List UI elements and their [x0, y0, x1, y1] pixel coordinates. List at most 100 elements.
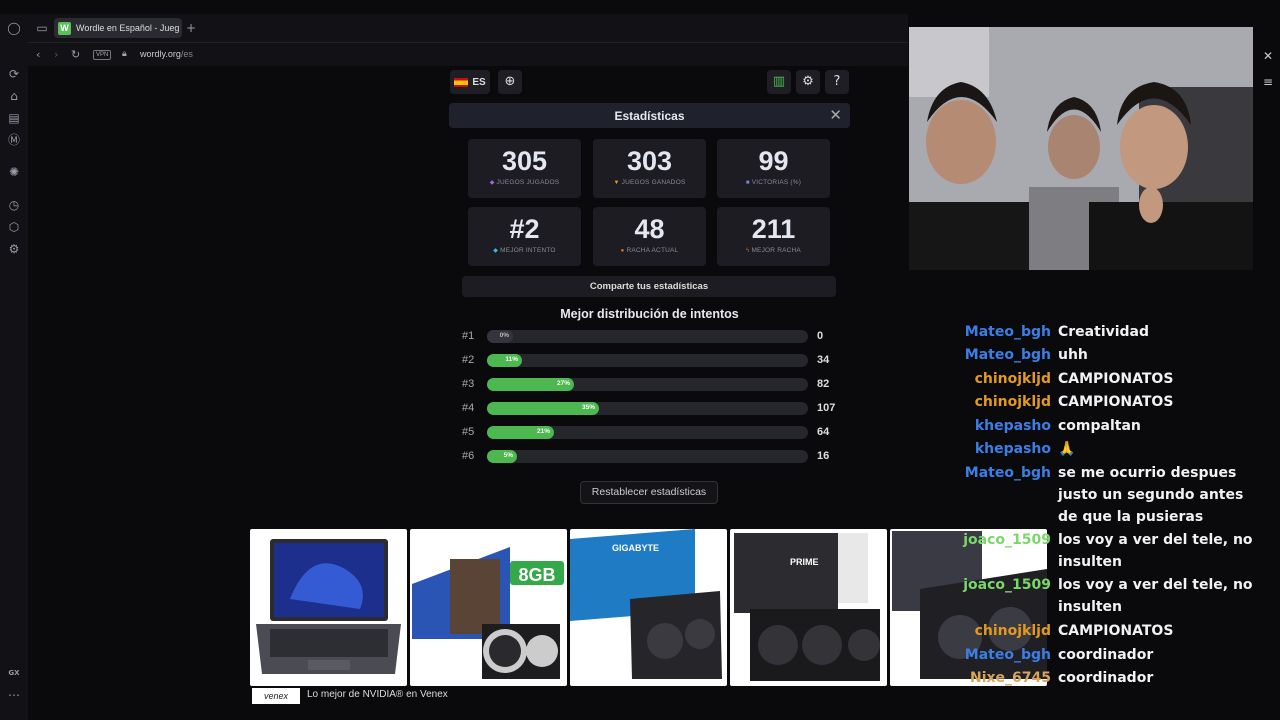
chat-text: los voy a ver del tele, no insulten — [1058, 577, 1253, 615]
chat-username[interactable]: chinojkljd — [975, 391, 1051, 413]
chat-username[interactable]: Mateo_bgh — [965, 321, 1051, 343]
ad-text: Lo mejor de NVIDIA® en Venex — [307, 689, 448, 700]
m-app-icon[interactable]: Ⓜ — [7, 133, 21, 147]
new-tab-icon[interactable]: + — [184, 21, 198, 35]
share-stats-button[interactable]: Comparte tus estadísticas — [462, 276, 836, 297]
stream-chat: Mateo_bgh Creatividad Mateo_bgh uhh chinoj… — [908, 320, 1280, 700]
ad-badge: PRIME — [790, 557, 819, 567]
chat-text: CAMPIONATOS — [1058, 394, 1174, 410]
settings-icon[interactable]: ⚙ — [796, 70, 820, 94]
ad-badge: GIGABYTE — [612, 543, 659, 553]
stat-label: ● RACHA ACTUAL — [593, 247, 706, 254]
screen: ◯ ▭ W Wordle en Español - Jueg + ⟳ ⌂ ▤ Ⓜ… — [0, 0, 1280, 720]
more-icon[interactable]: ⋯ — [7, 688, 21, 702]
reset-stats-button[interactable]: Restablecer estadísticas — [580, 481, 718, 504]
modal-header: Estadísticas ✕ — [449, 103, 850, 128]
chat-username[interactable]: Mateo_bgh — [965, 644, 1051, 666]
tab-wordle[interactable]: W Wordle en Español - Jueg — [54, 18, 182, 38]
chat-username[interactable]: chinojkljd — [975, 368, 1051, 390]
stat-value: #2 — [509, 214, 540, 244]
chat-username[interactable]: chinojkljd — [975, 620, 1051, 642]
chat-username[interactable]: joaco_1509 — [963, 574, 1051, 596]
distribution-row: #4 35% 107 — [462, 401, 852, 415]
add-icon[interactable]: ⊕ — [498, 70, 522, 94]
close-icon[interactable]: ✕ — [829, 106, 842, 124]
distribution-percent: 5% — [503, 452, 513, 459]
url-host: wordly.org — [140, 49, 181, 59]
help-icon[interactable]: ? — [825, 70, 849, 94]
lock-icon[interactable]: 🔒︎ — [122, 48, 127, 59]
distribution-percent: 21% — [536, 428, 550, 435]
chat-text: los voy a ver del tele, no insulten — [1058, 532, 1253, 570]
chat-text: Creatividad — [1058, 324, 1150, 340]
webcam-overlay — [909, 27, 1253, 270]
chat-text: coordinador — [1058, 670, 1154, 686]
distribution-count: 34 — [817, 354, 830, 366]
diamond-icon: ◆ — [493, 248, 499, 254]
distribution-percent: 11% — [505, 356, 518, 363]
language-button[interactable]: ES — [450, 70, 490, 94]
distribution-count: 0 — [817, 330, 824, 342]
stat-value: 99 — [758, 146, 789, 176]
ad-footer[interactable]: venex Lo mejor de NVIDIA® en Venex — [250, 686, 908, 706]
stat-label: ◆ JUEGOS JUGADOS — [468, 179, 581, 186]
stat-value: 305 — [501, 146, 548, 176]
ad-product-gpu-galax[interactable]: 8GB — [410, 529, 567, 686]
history-icon[interactable]: ◷ — [7, 198, 21, 212]
tab-switcher-icon[interactable]: ▭ — [35, 21, 49, 35]
stat-value: 48 — [634, 214, 665, 244]
opera-logo-icon[interactable]: ◯ — [7, 21, 21, 35]
url-field[interactable]: wordly.org/es — [140, 49, 193, 59]
distribution-percent: 27% — [556, 380, 570, 387]
distribution-label: #6 — [462, 450, 475, 462]
extensions-icon[interactable]: ⬡ — [7, 220, 21, 234]
stream-menu-icon[interactable]: ≡ — [1261, 75, 1275, 89]
gpu-galax-image: 8GB — [412, 547, 564, 679]
settings-sidebar-icon[interactable]: ⚙ — [7, 242, 21, 256]
chat-text: 🙏 — [1058, 441, 1076, 457]
controller-icon: ◆ — [489, 180, 495, 186]
venex-logo: venex — [252, 688, 300, 704]
stat-card-played: 305 ◆ JUEGOS JUGADOS — [468, 139, 581, 198]
stream-close-icon[interactable]: ✕ — [1261, 49, 1275, 63]
chat-username[interactable]: joaco_1509 — [963, 529, 1051, 551]
fire-icon: ● — [620, 248, 625, 254]
gpu-asus-image: PRIME — [734, 533, 880, 681]
gx-label[interactable]: GX — [7, 666, 21, 680]
stat-value: 211 — [751, 214, 796, 244]
spain-flag-icon — [454, 77, 469, 87]
forward-icon[interactable]: › — [54, 48, 58, 61]
distribution-track: 0% — [487, 330, 808, 343]
stats-icon[interactable]: ▥ — [767, 70, 791, 94]
distribution-label: #1 — [462, 330, 475, 342]
twitch-icon[interactable]: ▤ — [7, 111, 21, 125]
chat-username[interactable]: Mateo_bgh — [965, 462, 1051, 484]
tab-bar: ◯ ▭ W Wordle en Español - Jueg + — [0, 14, 908, 42]
stat-label-text: RACHA ACTUAL — [626, 247, 679, 254]
ad-badge: 8GB — [518, 565, 555, 585]
openai-icon[interactable]: ✺ — [7, 165, 21, 179]
chat-username[interactable]: Mateo_bgh — [965, 344, 1051, 366]
ad-product-gpu-gigabyte[interactable]: GIGABYTE — [570, 529, 727, 686]
distribution-track: 11% — [487, 354, 808, 367]
chat-text: CAMPIONATOS — [1058, 371, 1174, 387]
reload-icon[interactable]: ↻ — [71, 48, 80, 61]
stat-card-win-pct: 99 ■ VICTORIAS (%) — [717, 139, 830, 198]
refresh-sidebar-icon[interactable]: ⟳ — [7, 67, 21, 81]
address-bar: ‹ › ↻ VPN 🔒︎ wordly.org/es — [28, 42, 908, 66]
distribution-count: 16 — [817, 450, 830, 462]
bag-icon[interactable]: ⌂ — [7, 89, 21, 103]
vpn-badge[interactable]: VPN — [93, 50, 112, 60]
chat-username[interactable]: Nixe_6745 — [970, 667, 1051, 689]
distribution-label: #4 — [462, 402, 475, 414]
chat-text: coordinador — [1058, 647, 1154, 663]
stat-label: ◆ MEJOR INTENTO — [468, 247, 581, 254]
chat-username[interactable]: khepasho — [975, 438, 1051, 460]
stat-label-text: MEJOR INTENTO — [500, 247, 556, 254]
distribution-count: 107 — [817, 402, 836, 414]
back-icon[interactable]: ‹ — [36, 48, 40, 61]
ad-product-gpu-asus[interactable]: PRIME — [730, 529, 887, 686]
chart-icon: ■ — [745, 180, 750, 186]
chat-username[interactable]: khepasho — [975, 415, 1051, 437]
ad-product-laptop[interactable] — [250, 529, 407, 686]
